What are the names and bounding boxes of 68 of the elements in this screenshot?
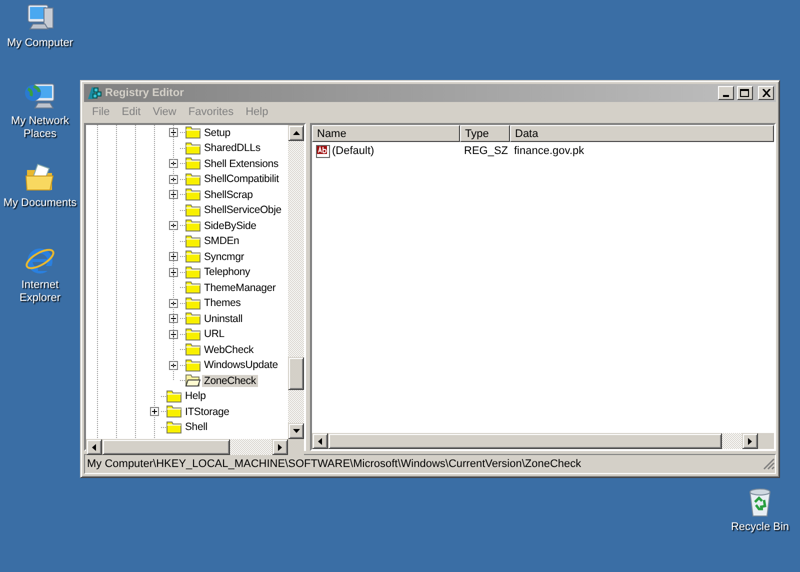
arrow-left-icon — [92, 444, 96, 450]
scroll-down-button[interactable] — [288, 423, 304, 439]
scroll-right-button[interactable] — [742, 433, 758, 449]
scroll-up-button[interactable] — [288, 125, 304, 141]
tree-item[interactable]: ShellCompatibilit — [202, 173, 281, 186]
scroll-thumb[interactable] — [288, 357, 304, 390]
tree-item[interactable]: SharedDLLs — [202, 142, 262, 154]
desktop-icon-label[interactable]: Internet Explorer — [2, 279, 78, 305]
tree-item[interactable]: ShellScrap — [202, 188, 255, 201]
tree-item[interactable]: ShellServiceObje — [202, 204, 284, 216]
tree-item[interactable]: WindowsUpdate — [202, 359, 280, 372]
scroll-right-button[interactable] — [272, 439, 288, 455]
expand-icon[interactable] — [150, 407, 159, 416]
tree-item[interactable]: Setup — [202, 126, 232, 139]
maximize-icon — [740, 88, 750, 98]
arrow-right-icon — [748, 438, 752, 444]
tree-item[interactable]: Themes — [202, 297, 243, 310]
tree-item[interactable]: ITStorage — [183, 406, 232, 418]
tree-item[interactable]: ZoneCheck — [202, 374, 258, 387]
expand-icon[interactable] — [169, 252, 178, 262]
tree-item[interactable]: Syncmgr — [202, 250, 246, 263]
close-icon — [762, 89, 770, 97]
desktop-icon-label[interactable]: Recycle Bin — [730, 521, 790, 534]
tree-item[interactable]: Help — [183, 390, 208, 402]
desktop-icon-label[interactable]: My Documents — [3, 197, 77, 210]
tree-item[interactable]: WebCheck — [202, 344, 256, 356]
expand-icon[interactable] — [169, 330, 178, 339]
status-bar-path: My Computer\HKEY_LOCAL_MACHINE\SOFTWARE\Microsoft\Windows\CurrentVersion\ZoneCheck — [87, 458, 582, 470]
tree-item[interactable]: Uninstall — [202, 312, 244, 325]
tree-item[interactable]: Shell — [183, 421, 210, 434]
arrow-down-icon — [292, 429, 300, 433]
scroll-left-button[interactable] — [86, 439, 102, 455]
expand-icon[interactable] — [169, 360, 178, 370]
scrollbar-corner — [288, 439, 304, 455]
expand-icon[interactable] — [169, 298, 178, 308]
expand-icon[interactable] — [169, 174, 178, 184]
value-data: finance.gov.pk — [513, 145, 584, 157]
tree-item[interactable]: Shell Extensions — [202, 158, 280, 170]
arrow-left-icon — [318, 438, 322, 444]
scrollbar-corner — [758, 433, 774, 449]
expand-icon[interactable] — [169, 128, 178, 138]
registry-icon — [86, 85, 102, 101]
desktop-icon-label[interactable]: My Computer — [6, 37, 74, 50]
horizontal-scrollbar[interactable] — [86, 439, 288, 455]
desktop-icon-label[interactable]: My Network Places — [2, 115, 78, 141]
expand-icon[interactable] — [169, 190, 178, 200]
scroll-left-button[interactable] — [312, 433, 328, 449]
tree-item[interactable]: URL — [202, 328, 226, 340]
value-name[interactable]: (Default) — [332, 145, 374, 157]
tree-item[interactable]: Telephony — [202, 266, 252, 278]
arrow-right-icon — [278, 444, 282, 450]
expand-icon[interactable] — [169, 268, 178, 277]
vertical-scrollbar[interactable] — [288, 125, 304, 439]
arrow-up-icon — [292, 131, 300, 135]
tree-item[interactable]: SideBySide — [202, 220, 258, 232]
expand-icon[interactable] — [169, 314, 178, 324]
expand-icon[interactable] — [169, 221, 178, 230]
value-type: REG_SZ — [463, 145, 510, 157]
window-title: Registry Editor — [105, 87, 185, 99]
tree-item[interactable]: ThemeManager — [202, 282, 278, 294]
scroll-thumb[interactable] — [102, 439, 230, 455]
column-header[interactable]: Data — [510, 125, 774, 142]
column-header[interactable]: Type — [460, 125, 510, 142]
string-value-icon — [315, 144, 331, 158]
column-header[interactable]: Name — [312, 125, 460, 142]
tree-item[interactable]: SMDEn — [202, 235, 242, 248]
size-grip-icon[interactable] — [763, 458, 775, 470]
expand-icon[interactable] — [169, 159, 178, 168]
